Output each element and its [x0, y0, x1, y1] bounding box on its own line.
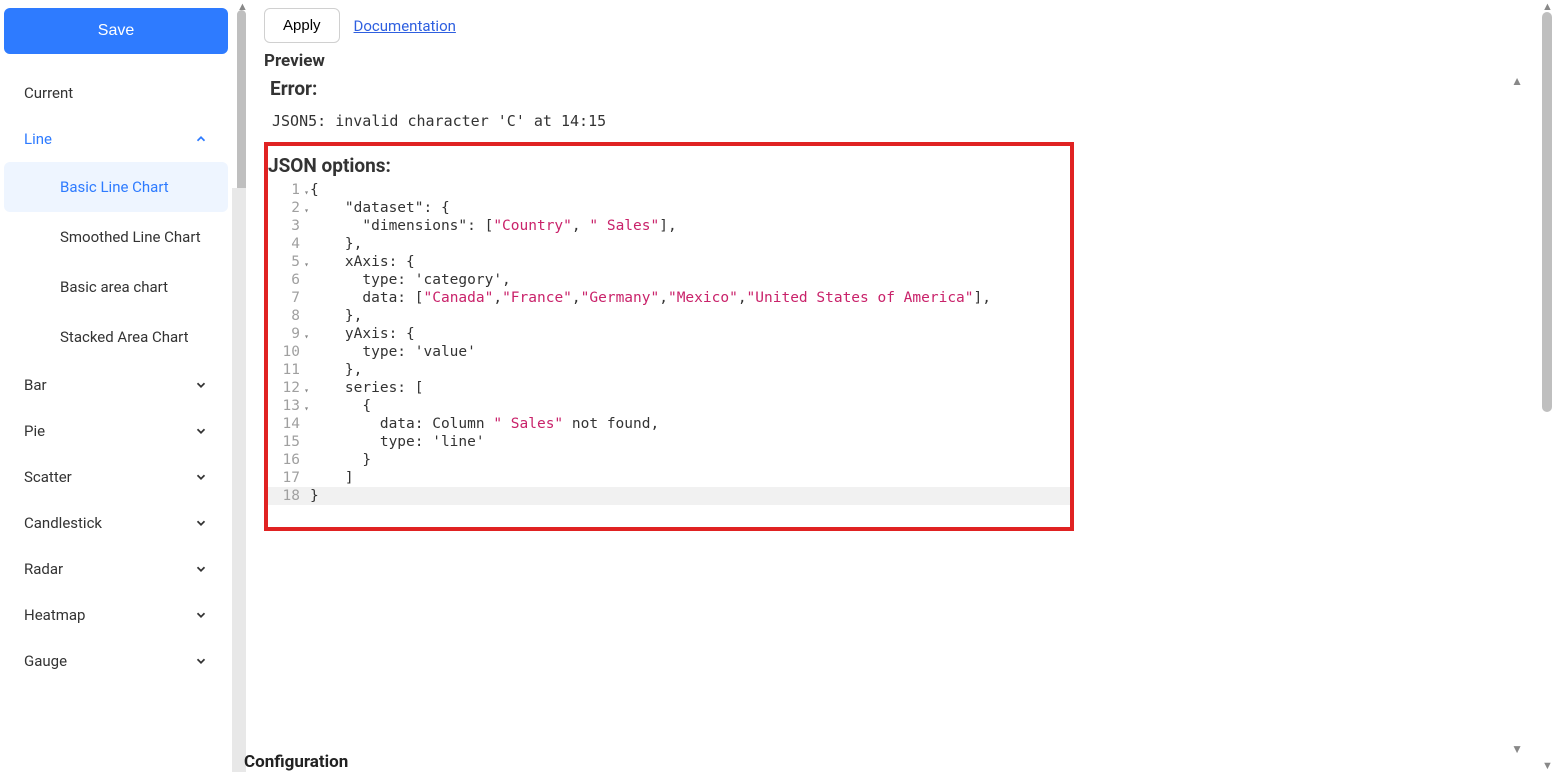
sidebar-group-bar[interactable]: Bar	[4, 362, 228, 408]
code-line[interactable]: series: [	[310, 379, 424, 397]
scroll-thumb[interactable]	[1542, 12, 1552, 412]
sidebar-item-line-sub[interactable]: Basic area chart	[4, 262, 228, 312]
code-editor[interactable]: 1▾{2▾ "dataset": {3 "dimensions": ["Coun…	[268, 181, 1070, 505]
sidebar-item-label: Current	[24, 84, 73, 102]
code-line[interactable]: {	[310, 181, 319, 199]
line-number: 4	[268, 235, 310, 253]
line-number: 9▾	[268, 325, 310, 343]
sidebar-item-line-sub[interactable]: Basic Line Chart	[4, 162, 228, 212]
chevron-down-icon	[194, 424, 208, 438]
sidebar: Save Current Line Basic Line ChartSmooth…	[0, 0, 232, 772]
line-number: 7	[268, 289, 310, 307]
line-number: 13▾	[268, 397, 310, 415]
code-line[interactable]: data: ["Canada","France","Germany","Mexi…	[310, 289, 991, 307]
line-number: 10	[268, 343, 310, 361]
code-line[interactable]: }	[310, 487, 319, 505]
sidebar-item-label: Candlestick	[24, 514, 102, 532]
inner-scroll-down-icon[interactable]: ▼	[1511, 742, 1523, 756]
line-number: 8	[268, 307, 310, 325]
code-line[interactable]: "dataset": {	[310, 199, 450, 217]
inner-scroll-up-icon[interactable]: ▲	[1511, 74, 1523, 88]
line-number: 18	[268, 487, 310, 505]
sidebar-group-gauge[interactable]: Gauge	[4, 638, 228, 684]
error-heading: Error:	[270, 77, 1537, 100]
json-options-block: JSON options: 1▾{2▾ "dataset": {3 "dimen…	[264, 142, 1074, 531]
chevron-down-icon	[194, 654, 208, 668]
page-scrollbar[interactable]: ▲ ▼	[1539, 0, 1555, 772]
sidebar-item-line-sub[interactable]: Smoothed Line Chart	[4, 212, 228, 262]
documentation-link[interactable]: Documentation	[354, 17, 456, 35]
main-content: Apply Documentation Preview Error: JSON5…	[232, 0, 1557, 772]
line-number: 12▾	[268, 379, 310, 397]
sidebar-item-label: Bar	[24, 376, 47, 394]
chevron-down-icon	[194, 378, 208, 392]
error-message: JSON5: invalid character 'C' at 14:15	[272, 112, 1537, 130]
code-line[interactable]: "dimensions": ["Country", " Sales"],	[310, 217, 677, 235]
sidebar-item-label: Radar	[24, 560, 63, 578]
sidebar-item-current[interactable]: Current	[4, 70, 228, 116]
configuration-heading: Configuration	[244, 752, 348, 772]
line-number: 16	[268, 451, 310, 469]
editor-chrome	[232, 188, 246, 772]
code-line[interactable]: },	[310, 361, 362, 379]
line-number: 14	[268, 415, 310, 433]
sidebar-item-label: Gauge	[24, 652, 67, 670]
chevron-up-icon	[194, 132, 208, 146]
sidebar-item-label: Line	[24, 130, 52, 148]
code-line[interactable]: }	[310, 451, 371, 469]
sidebar-item-label: Scatter	[24, 468, 72, 486]
chevron-down-icon	[194, 562, 208, 576]
line-number: 3	[268, 217, 310, 235]
sidebar-group-line[interactable]: Line	[4, 116, 228, 162]
code-line[interactable]: {	[310, 397, 371, 415]
sidebar-item-label: Heatmap	[24, 606, 85, 624]
line-number: 2▾	[268, 199, 310, 217]
sidebar-group-heatmap[interactable]: Heatmap	[4, 592, 228, 638]
chevron-down-icon	[194, 470, 208, 484]
scroll-arrow-down-icon[interactable]: ▼	[1542, 759, 1553, 772]
line-number: 15	[268, 433, 310, 451]
apply-button[interactable]: Apply	[264, 8, 340, 43]
save-button[interactable]: Save	[4, 8, 228, 54]
line-number: 11	[268, 361, 310, 379]
code-line[interactable]: type: 'line'	[310, 433, 485, 451]
json-options-heading: JSON options:	[268, 154, 1070, 177]
code-line[interactable]: yAxis: {	[310, 325, 415, 343]
code-line[interactable]: type: 'category',	[310, 271, 511, 289]
code-line[interactable]: },	[310, 307, 362, 325]
chevron-down-icon	[194, 608, 208, 622]
sidebar-group-pie[interactable]: Pie	[4, 408, 228, 454]
line-number: 1▾	[268, 181, 310, 199]
sidebar-group-candlestick[interactable]: Candlestick	[4, 500, 228, 546]
line-number: 6	[268, 271, 310, 289]
line-number: 5▾	[268, 253, 310, 271]
sidebar-group-radar[interactable]: Radar	[4, 546, 228, 592]
sidebar-item-line-sub[interactable]: Stacked Area Chart	[4, 312, 228, 362]
line-number: 17	[268, 469, 310, 487]
code-line[interactable]: },	[310, 235, 362, 253]
code-line[interactable]: type: 'value'	[310, 343, 476, 361]
code-line[interactable]: ]	[310, 469, 354, 487]
preview-heading: Preview	[264, 51, 1537, 71]
sidebar-item-label: Pie	[24, 422, 45, 440]
code-line[interactable]: xAxis: {	[310, 253, 415, 271]
code-line[interactable]: data: Column " Sales" not found,	[310, 415, 659, 433]
chevron-down-icon	[194, 516, 208, 530]
sidebar-group-scatter[interactable]: Scatter	[4, 454, 228, 500]
